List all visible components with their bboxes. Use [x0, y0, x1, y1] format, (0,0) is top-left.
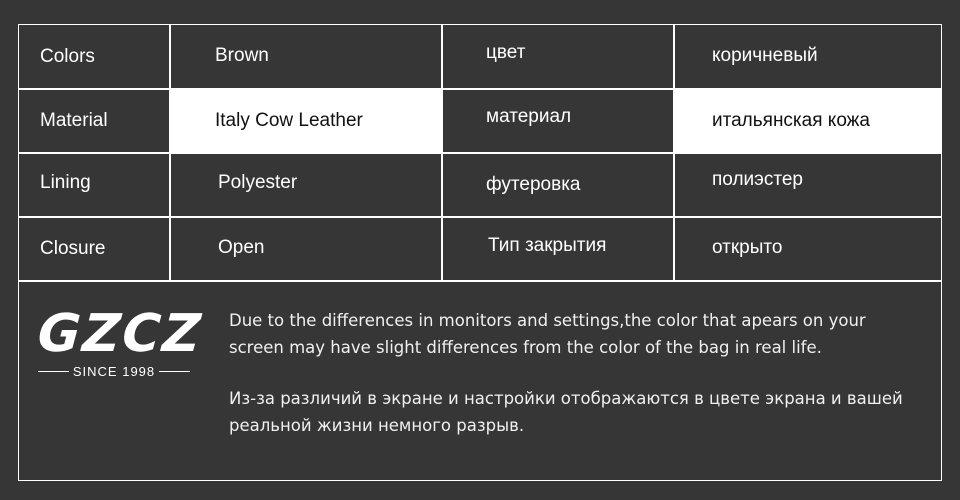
brand-name: GZCZ [35, 304, 205, 364]
spec-value-en: Italy Cow Leather [170, 89, 441, 152]
spec-label-ru: цвет [486, 42, 526, 63]
spec-label: Colors [40, 46, 95, 67]
tagline-rule-right [159, 370, 191, 373]
brand-tagline: SINCE 1998 [72, 364, 156, 379]
row-divider [18, 216, 942, 218]
brand-tagline-row: SINCE 1998 [38, 364, 191, 379]
row-divider [18, 152, 942, 154]
spec-value-en: Polyester [218, 172, 298, 193]
spec-label-ru: материал [486, 106, 572, 127]
disclaimer-ru: Из-за различий в экране и настройки отоб… [229, 389, 903, 435]
spec-label: Material [40, 110, 108, 131]
spec-label: Lining [40, 172, 91, 193]
brand-logo: GZCZ SINCE 1998 [35, 304, 205, 379]
spec-label-ru: Тип закрытия [488, 235, 607, 256]
spec-value-ru: коричневый [712, 45, 818, 66]
spec-label: Closure [40, 238, 106, 259]
row-divider [18, 280, 942, 282]
spec-value-en: Brown [215, 45, 269, 66]
spec-value-ru: полиэстер [712, 169, 803, 190]
spec-value-en: Open [218, 237, 265, 258]
disclaimer-en: Due to the differences in monitors and s… [229, 311, 866, 357]
tagline-rule-left [38, 370, 69, 373]
spec-value-ru: открыто [712, 237, 783, 258]
spec-label-ru: футеровка [486, 174, 581, 195]
spec-value-ru: итальянская кожа [674, 89, 942, 152]
